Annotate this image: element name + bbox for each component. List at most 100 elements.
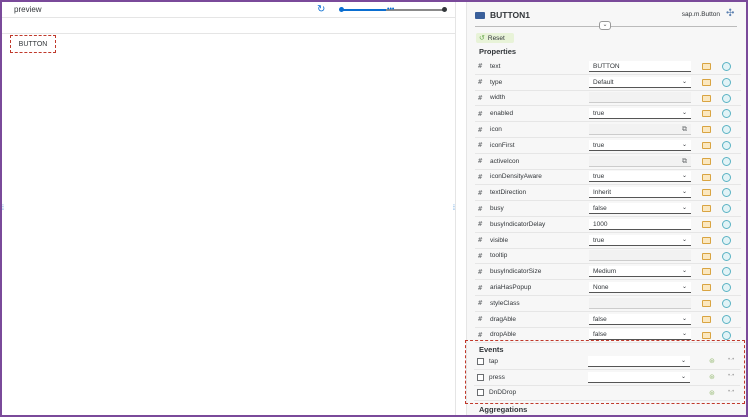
icon-picker-icon[interactable]: ⧉: [682, 124, 687, 135]
visibility-icon[interactable]: [722, 109, 731, 119]
binding-folder-icon[interactable]: [702, 110, 711, 118]
visibility-icon[interactable]: [722, 93, 731, 103]
chevron-down-icon[interactable]: ⌄: [682, 108, 687, 119]
property-value-busy[interactable]: false ⌄: [589, 203, 691, 215]
chevron-down-icon[interactable]: ⌄: [682, 282, 687, 293]
chevron-down-icon[interactable]: ⌄: [682, 266, 687, 277]
event-link-icon[interactable]: ⊛: [709, 357, 715, 365]
visibility-icon[interactable]: [722, 235, 731, 245]
property-value-enabled[interactable]: true ⌄: [589, 108, 691, 120]
property-row-iconDensityAware: # iconDensityAware true ⌄: [475, 170, 741, 186]
binding-folder-icon[interactable]: [702, 157, 711, 165]
visibility-icon[interactable]: [722, 188, 731, 198]
property-value-visible[interactable]: true ⌄: [589, 234, 691, 246]
zoom-slider-start-knob[interactable]: [339, 7, 344, 12]
visibility-icon[interactable]: [722, 156, 731, 166]
binding-folder-icon[interactable]: [702, 173, 711, 181]
binding-folder-icon[interactable]: [702, 63, 711, 70]
event-checkbox[interactable]: [477, 389, 484, 397]
event-more-icon[interactable]: •·•: [728, 373, 734, 379]
property-value-width[interactable]: [589, 92, 691, 104]
chevron-down-icon[interactable]: ⌄: [681, 372, 686, 383]
splitter-right-handle[interactable]: ⁞: [453, 205, 457, 213]
property-value-tooltip[interactable]: [589, 250, 691, 262]
visibility-icon[interactable]: [722, 219, 731, 229]
splitter-left-handle[interactable]: ⁞: [2, 205, 6, 213]
visibility-icon[interactable]: [722, 62, 731, 71]
binding-folder-icon[interactable]: [702, 252, 711, 260]
visibility-icon[interactable]: [722, 267, 731, 277]
property-type-icon: #: [478, 62, 483, 71]
event-handler-select-tap[interactable]: ⌄: [588, 355, 690, 367]
preview-pane: preview ↻ ••• BUTTON: [2, 2, 456, 415]
chevron-down-icon[interactable]: ⌄: [682, 203, 687, 214]
preview-button[interactable]: BUTTON: [10, 35, 56, 53]
event-more-icon[interactable]: •·•: [728, 357, 734, 363]
chevron-down-icon[interactable]: ⌄: [681, 356, 686, 367]
property-value-dropAble[interactable]: false ⌄: [589, 329, 691, 341]
event-row-DnDDrop: DnDDrop ⊛ •·•: [474, 386, 740, 402]
chevron-down-icon[interactable]: ⌄: [682, 314, 687, 325]
property-value-text: 1000: [593, 220, 608, 228]
chevron-down-icon[interactable]: ⌄: [682, 77, 687, 88]
zoom-slider-end-knob[interactable]: [442, 7, 447, 12]
property-row-styleClass: # styleClass: [475, 296, 741, 312]
binding-folder-icon[interactable]: [702, 268, 711, 276]
reset-button[interactable]: ↺ Reset: [476, 33, 514, 43]
property-value-icon[interactable]: ⧉: [589, 124, 691, 136]
property-value-styleClass[interactable]: [589, 297, 691, 309]
control-name: BUTTON1: [490, 10, 530, 20]
event-handler-select-press[interactable]: ⌄: [588, 371, 690, 383]
visibility-icon[interactable]: [722, 140, 731, 150]
visibility-icon[interactable]: [722, 330, 731, 340]
binding-folder-icon[interactable]: [702, 220, 711, 228]
property-value-textDirection[interactable]: Inherit ⌄: [589, 187, 691, 199]
binding-folder-icon[interactable]: [702, 284, 711, 292]
property-row-iconFirst: # iconFirst true ⌄: [475, 138, 741, 154]
property-value-type[interactable]: Default ⌄: [589, 76, 691, 88]
binding-folder-icon[interactable]: [702, 299, 711, 307]
zoom-slider[interactable]: •••: [339, 6, 447, 13]
chevron-down-icon[interactable]: ⌄: [682, 235, 687, 246]
visibility-icon[interactable]: [722, 298, 731, 308]
icon-picker-icon[interactable]: ⧉: [682, 156, 687, 167]
property-value-dragAble[interactable]: false ⌄: [589, 313, 691, 325]
binding-folder-icon[interactable]: [702, 78, 711, 86]
property-value-busyIndicatorSize[interactable]: Medium ⌄: [589, 266, 691, 278]
binding-folder-icon[interactable]: [702, 94, 711, 102]
binding-folder-icon[interactable]: [702, 315, 711, 323]
binding-folder-icon[interactable]: [702, 236, 711, 244]
binding-folder-icon[interactable]: [702, 126, 711, 134]
chevron-down-icon[interactable]: ⌄: [682, 329, 687, 340]
settings-icon[interactable]: ✣: [726, 9, 736, 19]
event-checkbox[interactable]: [477, 373, 484, 381]
chevron-down-icon[interactable]: ⌄: [682, 187, 687, 198]
visibility-icon[interactable]: [722, 77, 731, 87]
event-link-icon[interactable]: ⊛: [709, 389, 715, 397]
visibility-icon[interactable]: [722, 125, 731, 135]
binding-folder-icon[interactable]: [702, 205, 711, 213]
binding-folder-icon[interactable]: [702, 141, 711, 149]
visibility-icon[interactable]: [722, 172, 731, 182]
event-more-icon[interactable]: •·•: [728, 389, 734, 395]
event-link-icon[interactable]: ⊛: [709, 373, 715, 381]
visibility-icon[interactable]: [722, 204, 731, 214]
property-value-activeIcon[interactable]: ⧉: [589, 155, 691, 167]
property-value-busyIndicatorDelay[interactable]: 1000: [589, 218, 691, 230]
property-row-icon: # icon ⧉: [475, 122, 741, 138]
event-checkbox[interactable]: [477, 357, 484, 365]
zoom-slider-handle[interactable]: •••: [387, 6, 394, 13]
property-value-text[interactable]: BUTTON: [589, 60, 691, 72]
visibility-icon[interactable]: [722, 251, 731, 261]
binding-folder-icon[interactable]: [702, 189, 711, 197]
binding-folder-icon[interactable]: [702, 331, 711, 339]
visibility-icon[interactable]: [722, 314, 731, 324]
property-value-ariaHasPopup[interactable]: None ⌄: [589, 282, 691, 294]
chevron-down-icon[interactable]: ⌄: [682, 171, 687, 182]
visibility-icon[interactable]: [722, 283, 731, 293]
refresh-icon[interactable]: ↻: [317, 5, 327, 15]
collapse-chevron-icon[interactable]: ⌄: [599, 21, 611, 30]
chevron-down-icon[interactable]: ⌄: [682, 140, 687, 151]
property-value-iconDensityAware[interactable]: true ⌄: [589, 171, 691, 183]
property-value-iconFirst[interactable]: true ⌄: [589, 139, 691, 151]
